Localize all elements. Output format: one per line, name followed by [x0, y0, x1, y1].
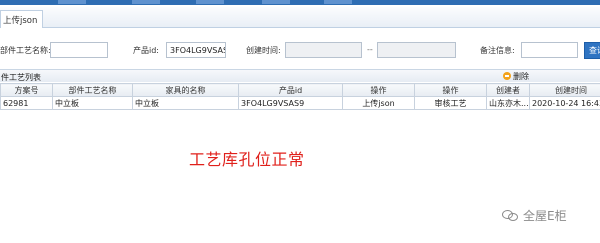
filter-form: 部件工艺名称: 产品id: 3FO4LG9VSAS9 创建时间: -- 备注信息… [0, 38, 600, 64]
column-header[interactable]: 操作 [414, 83, 487, 97]
part-process-name-label: 部件工艺名称: [0, 46, 51, 55]
created-time-start-input[interactable] [285, 42, 362, 58]
creator-cell: 山东亦木... [486, 96, 530, 110]
part-process-name-input[interactable] [50, 42, 108, 58]
column-header[interactable]: 部件工艺名称 [52, 83, 133, 97]
table-header-row: 方案号 部件工艺名称 家具的名称 产品id 操作 操作 创建者 创建时间 [0, 83, 600, 97]
top-nav-bar [0, 0, 600, 5]
column-header[interactable]: 创建者 [486, 83, 530, 97]
part-process-name-cell: 中立板 [52, 96, 133, 110]
delete-button[interactable]: 删除 [503, 71, 529, 82]
column-header[interactable]: 产品id [238, 83, 343, 97]
created-time-end-input[interactable] [377, 42, 456, 58]
remark-label: 备注信息: [480, 46, 515, 55]
created-time-label: 创建时间: [246, 46, 281, 55]
review-process-link[interactable]: 审核工艺 [414, 96, 487, 110]
delete-label: 删除 [513, 72, 529, 81]
product-id-cell: 3FO4LG9VSAS9 [238, 96, 343, 110]
delete-icon [503, 72, 511, 80]
nav-item-fragment[interactable] [58, 0, 86, 4]
upload-json-link[interactable]: 上传json [342, 96, 415, 110]
column-header[interactable]: 创建时间 [529, 83, 600, 97]
search-button[interactable]: 查询 [584, 42, 600, 59]
annotation-text: 工艺库孔位正常 [189, 150, 305, 169]
product-id-label: 产品id: [133, 46, 159, 55]
watermark-label: 全屋E柜 [523, 209, 567, 223]
nav-item-fragment[interactable] [132, 0, 160, 4]
list-title: 件工艺列表 [1, 73, 41, 82]
nav-item-fragment[interactable] [262, 0, 290, 4]
column-header[interactable]: 家具的名称 [132, 83, 239, 97]
watermark: 全屋E柜 [502, 207, 567, 224]
list-toolbar: 件工艺列表 删除 [0, 69, 600, 82]
created-time-cell: 2020-10-24 16:43:44 [529, 96, 600, 110]
tab-upload-json[interactable]: 上传json [0, 10, 44, 28]
furniture-name-cell: 中立板 [132, 96, 239, 110]
wechat-icon [502, 209, 519, 222]
column-header[interactable]: 操作 [342, 83, 415, 97]
date-range-separator: -- [367, 45, 373, 54]
scheme-number-cell[interactable]: 62981 [0, 96, 53, 110]
remark-input[interactable] [521, 42, 578, 58]
process-table: 方案号 部件工艺名称 家具的名称 产品id 操作 操作 创建者 创建时间 629… [0, 83, 600, 110]
table-row[interactable]: 62981 中立板 中立板 3FO4LG9VSAS9 上传json 审核工艺 山… [0, 96, 600, 110]
nav-item-fragment[interactable] [324, 0, 352, 4]
product-id-input[interactable]: 3FO4LG9VSAS9 [166, 42, 226, 58]
nav-item-fragment[interactable] [196, 0, 224, 4]
tab-strip: 上传json [0, 7, 600, 28]
column-header[interactable]: 方案号 [0, 83, 53, 97]
